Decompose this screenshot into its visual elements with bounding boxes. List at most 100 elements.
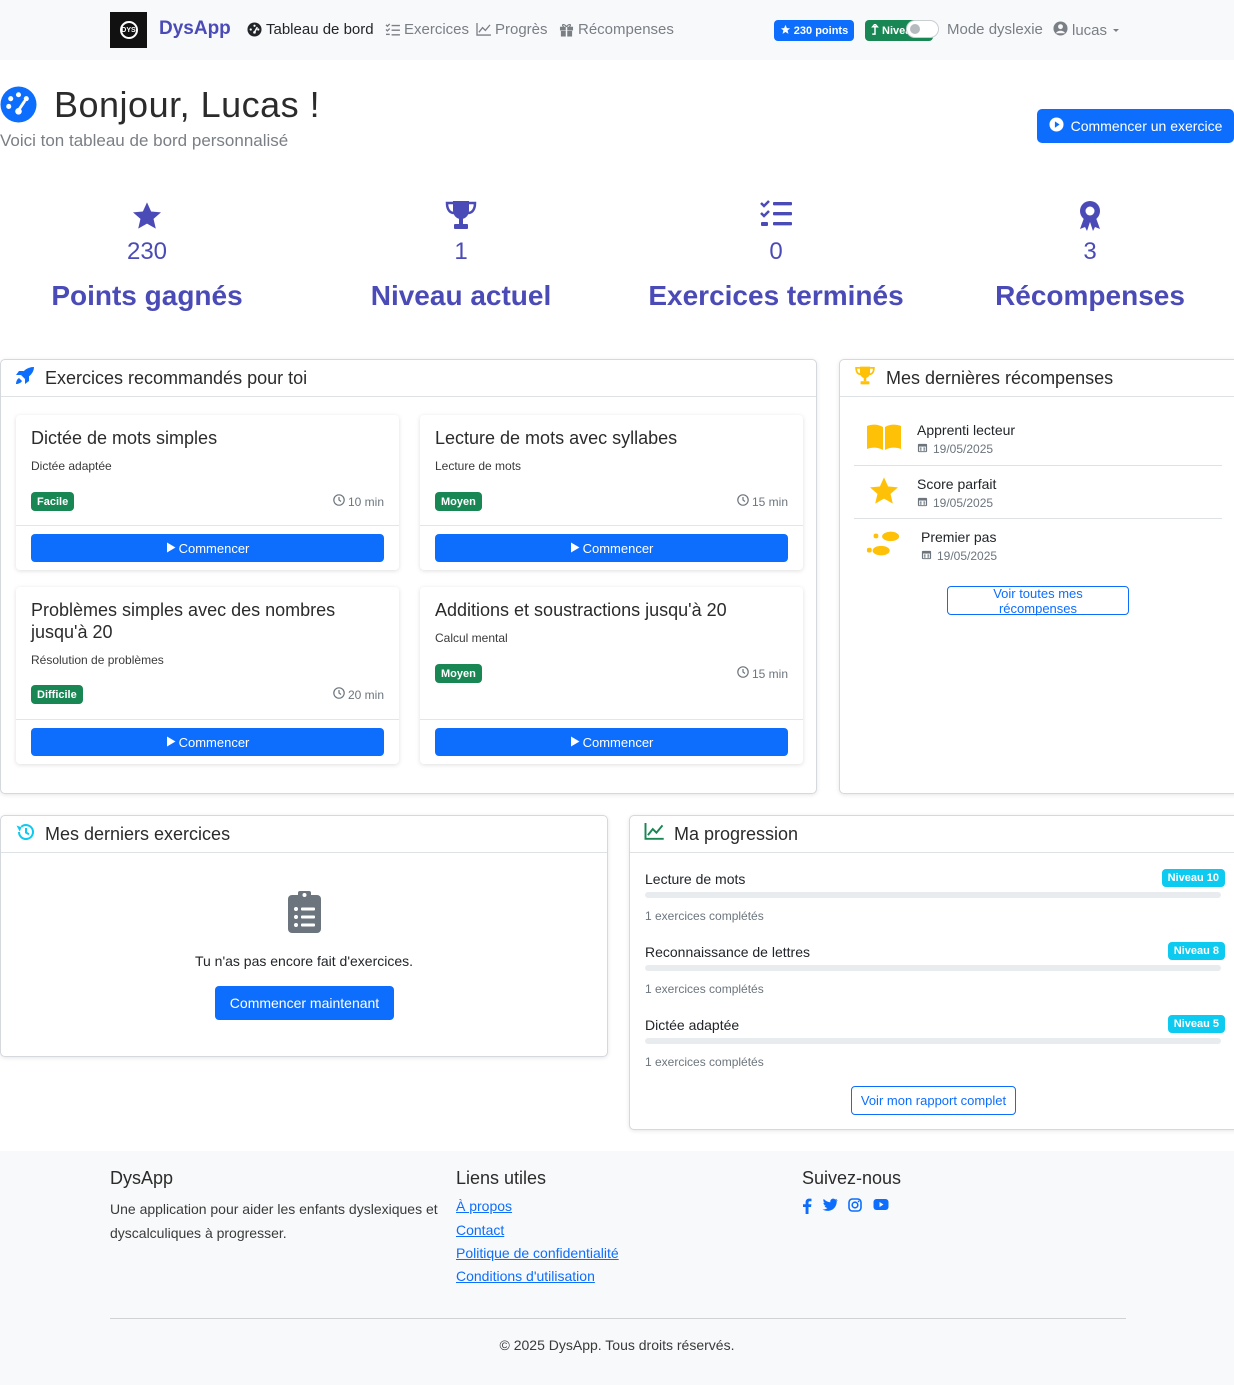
instagram-icon[interactable] [848, 1198, 862, 1215]
exercise-card: Additions et soustractions jusqu'à 20 Ca… [420, 587, 803, 764]
exercise-title: Additions et soustractions jusqu'à 20 [435, 600, 727, 620]
award-icon [940, 200, 1234, 232]
history-icon [15, 823, 35, 846]
footer-link-contact[interactable]: Contact [456, 1222, 504, 1238]
footer-link-terms[interactable]: Conditions d'utilisation [456, 1268, 595, 1284]
button-label: Commencer [582, 734, 654, 750]
divider [420, 525, 803, 526]
trophy-icon [311, 200, 611, 232]
logo-text: DYS [119, 21, 138, 39]
progress-bar [645, 892, 1221, 898]
reward-name: Apprenti lecteur [917, 422, 1016, 438]
view-all-rewards-button[interactable]: Voir toutes mes récompenses [947, 586, 1129, 616]
app-logo[interactable]: DYS [110, 12, 147, 48]
youtube-icon[interactable] [873, 1198, 889, 1214]
divider [420, 719, 803, 720]
start-exercise-button[interactable]: Commencer [31, 728, 384, 756]
duration: 20 min [333, 687, 384, 702]
exercise-category: Calcul mental [435, 631, 508, 645]
footer-follow-title: Suivez-nous [802, 1168, 902, 1188]
footer-description: Une application pour aider les enfants d… [110, 1201, 438, 1241]
start-exercise-button[interactable]: Commencer [31, 534, 384, 562]
clipboard-list-icon [287, 890, 322, 937]
calendar-icon [917, 442, 928, 456]
star-icon [0, 200, 297, 232]
page-subtitle: Voici ton tableau de bord personnalisé [0, 131, 289, 150]
duration: 15 min [737, 494, 788, 509]
card-header: Ma progression [630, 816, 1234, 853]
reward-name: Premier pas [921, 529, 997, 545]
list-check-icon [626, 200, 926, 232]
stat-label: Niveau actuel [370, 280, 552, 311]
navbar: DYS DysApp Tableau de bord Exercices Pro… [0, 0, 1234, 60]
caret-down-icon [1111, 22, 1121, 39]
stat-value: 1 [454, 238, 468, 265]
button-label: Commencer [582, 540, 654, 556]
twitter-icon[interactable] [822, 1198, 838, 1215]
nav-item-dashboard[interactable]: Tableau de bord [247, 21, 374, 38]
empty-state-text: Tu n'as pas encore fait d'exercices. [194, 953, 414, 969]
duration-label: 20 min [347, 687, 384, 702]
stat-label: Récompenses [995, 280, 1185, 311]
toggle-knob [910, 24, 920, 34]
card-title: Mes dernières récompenses [886, 367, 1114, 388]
dyslexia-mode-toggle[interactable] [906, 20, 939, 38]
start-exercise-button[interactable]: Commencer un exercice [1037, 109, 1234, 143]
nav-item-label: Tableau de bord [266, 21, 374, 38]
calendar-icon [917, 496, 928, 510]
rocket-icon [15, 366, 35, 390]
skill-name: Lecture de mots [645, 871, 746, 887]
stat-label: Exercices terminés [648, 280, 904, 311]
start-now-button[interactable]: Commencer maintenant [215, 986, 394, 1020]
trophy-icon [854, 366, 876, 390]
reward-item: Score parfait 19/05/2025 [854, 466, 1222, 519]
start-exercise-button[interactable]: Commencer [435, 534, 788, 562]
nav-item-progress[interactable]: Progrès [476, 21, 548, 38]
play-icon [166, 541, 176, 556]
full-report-button[interactable]: Voir mon rapport complet [851, 1086, 1016, 1115]
reward-date: 19/05/2025 [917, 496, 993, 510]
user-menu[interactable]: lucas [1053, 21, 1121, 40]
nav-item-exercises[interactable]: Exercices [385, 21, 469, 38]
exercise-category: Dictée adaptée [31, 459, 112, 473]
footer-link-about[interactable]: À propos [456, 1198, 512, 1214]
brand-name[interactable]: DysApp [159, 18, 231, 40]
points-badge: 230 points [774, 20, 854, 41]
calendar-icon [921, 549, 932, 563]
level-up-icon [871, 22, 879, 38]
card-title: Exercices recommandés pour toi [45, 367, 308, 388]
play-icon [570, 735, 580, 750]
chart-line-icon [644, 823, 664, 845]
stat-value: 0 [769, 238, 783, 265]
level-badge: Niveau 10 [1161, 869, 1225, 887]
page-title: Bonjour, Lucas ! [54, 84, 321, 125]
exercise-card: Lecture de mots avec syllabes Lecture de… [420, 415, 803, 570]
footer: DysApp Une application pour aider les en… [0, 1151, 1234, 1385]
points-badge-label: 230 points [793, 24, 849, 37]
facebook-icon[interactable] [802, 1198, 812, 1217]
exercise-category: Lecture de mots [435, 459, 522, 473]
difficulty-badge: Moyen [435, 492, 482, 511]
reward-date: 19/05/2025 [921, 549, 997, 563]
user-circle-icon [1053, 21, 1068, 40]
play-icon [166, 735, 176, 750]
user-name: lucas [1072, 22, 1108, 39]
button-label: Commencer [178, 734, 250, 750]
start-exercise-button[interactable]: Commencer [435, 728, 788, 756]
footer-brand: DysApp [110, 1168, 174, 1188]
book-icon [866, 421, 902, 453]
dashboard-icon [247, 22, 262, 37]
list-check-icon [385, 23, 400, 36]
button-label: Commencer [178, 540, 250, 556]
stat-exercises-done: 0 Exercices terminés [626, 200, 926, 312]
reward-item: Apprenti lecteur 19/05/2025 [854, 412, 1222, 465]
clock-icon [333, 494, 345, 509]
divider [16, 719, 399, 720]
level-badge: Niveau 8 [1167, 942, 1225, 960]
footer-link-privacy[interactable]: Politique de confidentialité [456, 1245, 619, 1261]
card-title: Ma progression [674, 823, 799, 844]
divider [16, 525, 399, 526]
reward-item: Premier pas 19/05/2025 [854, 519, 1222, 572]
nav-item-rewards[interactable]: Récompenses [559, 21, 674, 38]
duration-label: 15 min [751, 494, 788, 509]
